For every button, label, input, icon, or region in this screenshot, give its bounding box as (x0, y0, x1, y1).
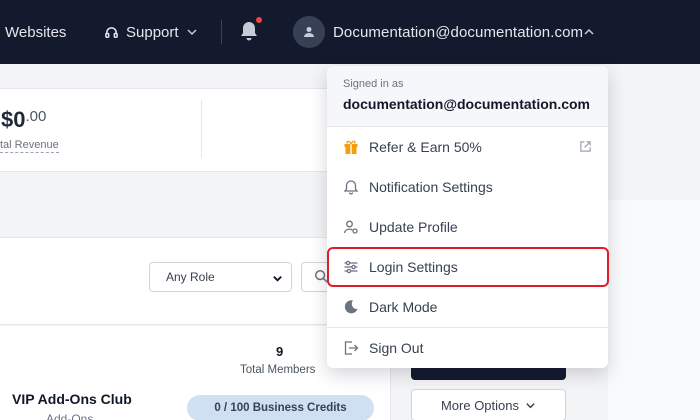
menu-item-notification-settings[interactable]: Notification Settings (327, 167, 608, 207)
menu-item-refer-earn[interactable]: Refer & Earn 50% (327, 127, 608, 167)
nav-support-label: Support (126, 23, 179, 41)
login-settings-highlight (327, 247, 609, 287)
search-icon (314, 269, 328, 283)
nav-divider (221, 20, 222, 44)
sign-out-icon (344, 341, 359, 355)
revenue-label[interactable]: tal Revenue (0, 139, 59, 153)
signed-in-email: documentation@documentation.com (343, 96, 590, 112)
headset-icon (105, 26, 118, 38)
stats-divider (201, 100, 202, 158)
chevron-down-icon (187, 29, 197, 36)
chevron-up-icon[interactable] (583, 26, 595, 38)
menu-item-label: Notification Settings (369, 179, 493, 195)
revenue-value: $0.00 (1, 107, 47, 132)
revenue-cents: .00 (25, 108, 47, 125)
chevron-down-icon (526, 402, 535, 408)
members-count: 9 (276, 344, 284, 359)
menu-item-label: Refer & Earn 50% (369, 139, 482, 155)
menu-item-label: Dark Mode (369, 299, 438, 315)
user-dropdown-menu: Signed in as documentation@documentation… (327, 66, 608, 368)
members-label: Total Members (240, 364, 316, 376)
nav-support-menu[interactable]: Support (104, 0, 198, 64)
notification-dot (256, 17, 262, 23)
right-page-area (608, 200, 700, 420)
credits-badge: 0 / 100 Business Credits (187, 395, 374, 420)
club-subtitle: Add-Ons (46, 412, 94, 420)
menu-item-sign-out[interactable]: Sign Out (327, 328, 608, 368)
menu-item-update-profile[interactable]: Update Profile (327, 207, 608, 247)
bell-icon (343, 180, 359, 195)
role-select[interactable]: Any Role (149, 262, 292, 292)
user-icon (304, 27, 314, 37)
external-link-icon (580, 141, 591, 152)
role-select-value: Any Role (166, 270, 215, 284)
user-gear-icon (343, 220, 358, 234)
avatar[interactable] (293, 16, 325, 48)
gift-icon (344, 140, 358, 154)
chevron-down-icon (273, 276, 282, 282)
more-options-button[interactable]: More Options (411, 389, 566, 420)
moon-icon (344, 300, 358, 314)
menu-item-dark-mode[interactable]: Dark Mode (327, 287, 608, 327)
more-options-label: More Options (440, 397, 520, 413)
user-menu-toggle[interactable]: Documentation@documentation.com (333, 0, 583, 64)
notification-bell-icon[interactable] (239, 20, 259, 44)
club-name[interactable]: VIP Add-Ons Club (12, 391, 132, 407)
menu-item-label: Update Profile (369, 219, 458, 235)
dropdown-header: Signed in as documentation@documentation… (327, 66, 608, 127)
menu-item-label: Sign Out (369, 340, 424, 356)
nav-websites-link[interactable]: Websites (5, 0, 66, 64)
signed-in-label: Signed in as (343, 78, 404, 90)
